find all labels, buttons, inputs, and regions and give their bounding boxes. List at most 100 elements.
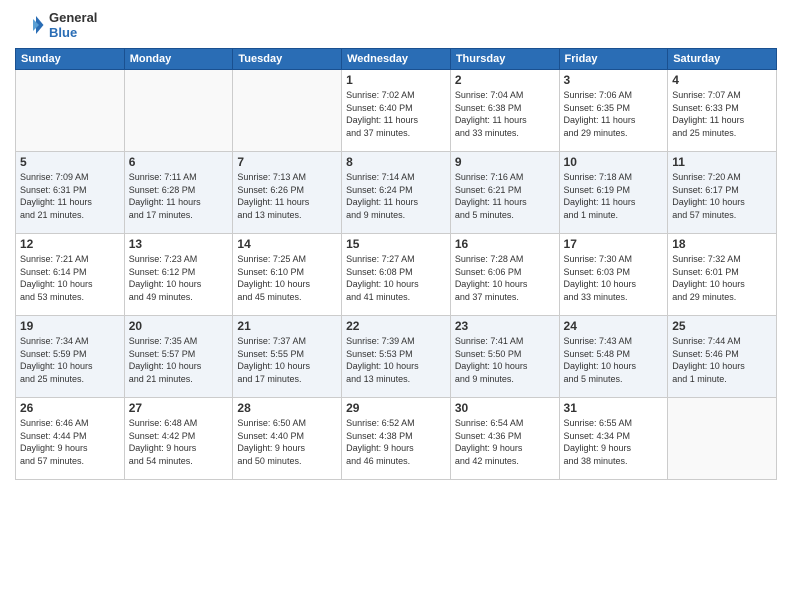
calendar-cell: 27 Sunrise: 6:48 AM Sunset: 4:42 PM Dayli… (124, 398, 233, 480)
calendar-cell: 4Sunrise: 7:07 AM Sunset: 6:33 PM Daylig… (668, 70, 777, 152)
calendar-cell: 22 Sunrise: 7:39 AM Sunset: 5:53 PM Dayli… (342, 316, 451, 398)
day-info: Sunrise: 6:48 AM Sunset: 4:42 PM Dayligh… (129, 417, 229, 467)
day-info: Sunrise: 7:41 AM Sunset: 5:50 PM Dayligh… (455, 335, 555, 385)
day-info: Sunrise: 7:35 AM Sunset: 5:57 PM Dayligh… (129, 335, 229, 385)
day-number: 1 (346, 73, 446, 87)
calendar-cell: 21Sunrise: 7:37 AM Sunset: 5:55 PM Dayli… (233, 316, 342, 398)
calendar-cell: 11 Sunrise: 7:20 AM Sunset: 6:17 PM Dayli… (668, 152, 777, 234)
calendar-cell: 31 Sunrise: 6:55 AM Sunset: 4:34 PM Dayli… (559, 398, 668, 480)
day-info: Sunrise: 7:14 AM Sunset: 6:24 PM Dayligh… (346, 171, 446, 221)
day-number: 26 (20, 401, 120, 415)
day-info: Sunrise: 7:13 AM Sunset: 6:26 PM Dayligh… (237, 171, 337, 221)
day-info: Sunrise: 7:18 AM Sunset: 6:19 PM Dayligh… (564, 171, 664, 221)
header: General Blue (15, 10, 777, 40)
day-info: Sunrise: 6:52 AM Sunset: 4:38 PM Dayligh… (346, 417, 446, 467)
day-number: 28 (237, 401, 337, 415)
day-number: 29 (346, 401, 446, 415)
day-number: 4 (672, 73, 772, 87)
day-number: 22 (346, 319, 446, 333)
day-info: Sunrise: 7:44 AM Sunset: 5:46 PM Dayligh… (672, 335, 772, 385)
day-number: 17 (564, 237, 664, 251)
day-number: 15 (346, 237, 446, 251)
calendar-cell (233, 70, 342, 152)
day-info: Sunrise: 7:39 AM Sunset: 5:53 PM Dayligh… (346, 335, 446, 385)
day-number: 9 (455, 155, 555, 169)
calendar-cell: 2 Sunrise: 7:04 AM Sunset: 6:38 PM Daylig… (450, 70, 559, 152)
day-number: 6 (129, 155, 229, 169)
calendar-cell: 1 Sunrise: 7:02 AM Sunset: 6:40 PM Daylig… (342, 70, 451, 152)
day-number: 20 (129, 319, 229, 333)
week-row-1: 1 Sunrise: 7:02 AM Sunset: 6:40 PM Daylig… (16, 70, 777, 152)
day-info: Sunrise: 7:09 AM Sunset: 6:31 PM Dayligh… (20, 171, 120, 221)
calendar-table: SundayMondayTuesdayWednesdayThursdayFrid… (15, 48, 777, 480)
logo: General Blue (15, 10, 97, 40)
day-number: 25 (672, 319, 772, 333)
calendar-cell: 15 Sunrise: 7:27 AM Sunset: 6:08 PM Dayli… (342, 234, 451, 316)
weekday-header-monday: Monday (124, 49, 233, 70)
day-info: Sunrise: 7:30 AM Sunset: 6:03 PM Dayligh… (564, 253, 664, 303)
day-info: Sunrise: 6:50 AM Sunset: 4:40 PM Dayligh… (237, 417, 337, 467)
day-info: Sunrise: 6:55 AM Sunset: 4:34 PM Dayligh… (564, 417, 664, 467)
day-number: 14 (237, 237, 337, 251)
calendar-page: General Blue SundayMondayTuesdayWednesda… (0, 0, 792, 612)
day-number: 8 (346, 155, 446, 169)
weekday-header-row: SundayMondayTuesdayWednesdayThursdayFrid… (16, 49, 777, 70)
weekday-header-thursday: Thursday (450, 49, 559, 70)
week-row-4: 19 Sunrise: 7:34 AM Sunset: 5:59 PM Dayli… (16, 316, 777, 398)
day-number: 18 (672, 237, 772, 251)
calendar-cell: 5 Sunrise: 7:09 AM Sunset: 6:31 PM Daylig… (16, 152, 125, 234)
day-info: Sunrise: 7:04 AM Sunset: 6:38 PM Dayligh… (455, 89, 555, 139)
day-number: 16 (455, 237, 555, 251)
weekday-header-wednesday: Wednesday (342, 49, 451, 70)
day-info: Sunrise: 6:54 AM Sunset: 4:36 PM Dayligh… (455, 417, 555, 467)
calendar-cell (16, 70, 125, 152)
day-info: Sunrise: 7:32 AM Sunset: 6:01 PM Dayligh… (672, 253, 772, 303)
calendar-cell: 17 Sunrise: 7:30 AM Sunset: 6:03 PM Dayli… (559, 234, 668, 316)
weekday-header-saturday: Saturday (668, 49, 777, 70)
calendar-cell (124, 70, 233, 152)
day-number: 5 (20, 155, 120, 169)
day-number: 27 (129, 401, 229, 415)
calendar-cell: 13 Sunrise: 7:23 AM Sunset: 6:12 PM Dayli… (124, 234, 233, 316)
calendar-cell: 19 Sunrise: 7:34 AM Sunset: 5:59 PM Dayli… (16, 316, 125, 398)
day-number: 21 (237, 319, 337, 333)
day-number: 31 (564, 401, 664, 415)
logo-text: General Blue (49, 10, 97, 40)
day-info: Sunrise: 7:23 AM Sunset: 6:12 PM Dayligh… (129, 253, 229, 303)
day-number: 3 (564, 73, 664, 87)
day-number: 12 (20, 237, 120, 251)
day-info: Sunrise: 7:16 AM Sunset: 6:21 PM Dayligh… (455, 171, 555, 221)
day-info: Sunrise: 6:46 AM Sunset: 4:44 PM Dayligh… (20, 417, 120, 467)
calendar-cell: 25 Sunrise: 7:44 AM Sunset: 5:46 PM Dayli… (668, 316, 777, 398)
day-info: Sunrise: 7:20 AM Sunset: 6:17 PM Dayligh… (672, 171, 772, 221)
day-number: 30 (455, 401, 555, 415)
calendar-cell: 3 Sunrise: 7:06 AM Sunset: 6:35 PM Daylig… (559, 70, 668, 152)
calendar-cell: 8 Sunrise: 7:14 AM Sunset: 6:24 PM Daylig… (342, 152, 451, 234)
calendar-cell: 6 Sunrise: 7:11 AM Sunset: 6:28 PM Daylig… (124, 152, 233, 234)
day-info: Sunrise: 7:06 AM Sunset: 6:35 PM Dayligh… (564, 89, 664, 139)
day-number: 19 (20, 319, 120, 333)
day-info: Sunrise: 7:34 AM Sunset: 5:59 PM Dayligh… (20, 335, 120, 385)
day-info: Sunrise: 7:25 AM Sunset: 6:10 PM Dayligh… (237, 253, 337, 303)
day-number: 11 (672, 155, 772, 169)
weekday-header-sunday: Sunday (16, 49, 125, 70)
calendar-cell: 9 Sunrise: 7:16 AM Sunset: 6:21 PM Daylig… (450, 152, 559, 234)
week-row-3: 12 Sunrise: 7:21 AM Sunset: 6:14 PM Dayli… (16, 234, 777, 316)
day-number: 13 (129, 237, 229, 251)
day-info: Sunrise: 7:27 AM Sunset: 6:08 PM Dayligh… (346, 253, 446, 303)
calendar-cell: 10 Sunrise: 7:18 AM Sunset: 6:19 PM Dayli… (559, 152, 668, 234)
day-number: 2 (455, 73, 555, 87)
calendar-cell: 7 Sunrise: 7:13 AM Sunset: 6:26 PM Daylig… (233, 152, 342, 234)
day-info: Sunrise: 7:02 AM Sunset: 6:40 PM Dayligh… (346, 89, 446, 139)
logo-icon (15, 10, 45, 40)
day-number: 7 (237, 155, 337, 169)
day-info: Sunrise: 7:21 AM Sunset: 6:14 PM Dayligh… (20, 253, 120, 303)
calendar-cell: 28 Sunrise: 6:50 AM Sunset: 4:40 PM Dayli… (233, 398, 342, 480)
week-row-2: 5 Sunrise: 7:09 AM Sunset: 6:31 PM Daylig… (16, 152, 777, 234)
day-number: 23 (455, 319, 555, 333)
day-info: Sunrise: 7:11 AM Sunset: 6:28 PM Dayligh… (129, 171, 229, 221)
calendar-cell: 29 Sunrise: 6:52 AM Sunset: 4:38 PM Dayli… (342, 398, 451, 480)
day-info: Sunrise: 7:28 AM Sunset: 6:06 PM Dayligh… (455, 253, 555, 303)
calendar-cell: 30 Sunrise: 6:54 AM Sunset: 4:36 PM Dayli… (450, 398, 559, 480)
day-number: 10 (564, 155, 664, 169)
